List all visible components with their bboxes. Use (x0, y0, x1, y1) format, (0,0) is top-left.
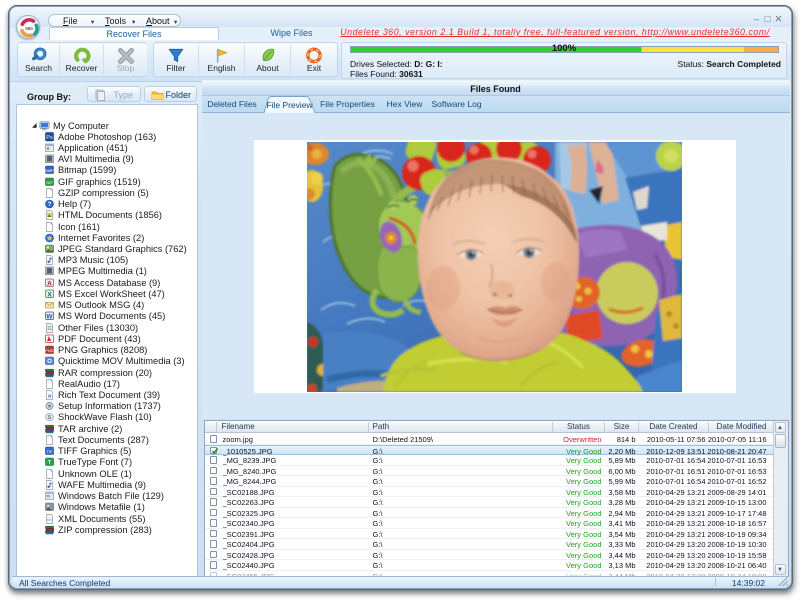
svg-text:W: W (46, 314, 53, 321)
svg-text:Ps: Ps (46, 135, 53, 141)
svg-text:360: 360 (25, 25, 33, 30)
svg-text:GIF: GIF (46, 179, 53, 184)
svg-text:PNG: PNG (45, 348, 54, 353)
svg-text:X: X (47, 291, 52, 298)
svg-text:T: T (48, 460, 51, 466)
svg-text:</>: </> (47, 517, 53, 522)
svg-text:TIF: TIF (47, 449, 54, 454)
svg-text:BMP: BMP (45, 168, 54, 173)
svg-text:A: A (47, 280, 52, 287)
svg-text:S: S (48, 415, 52, 421)
svg-text:?: ? (48, 202, 52, 208)
